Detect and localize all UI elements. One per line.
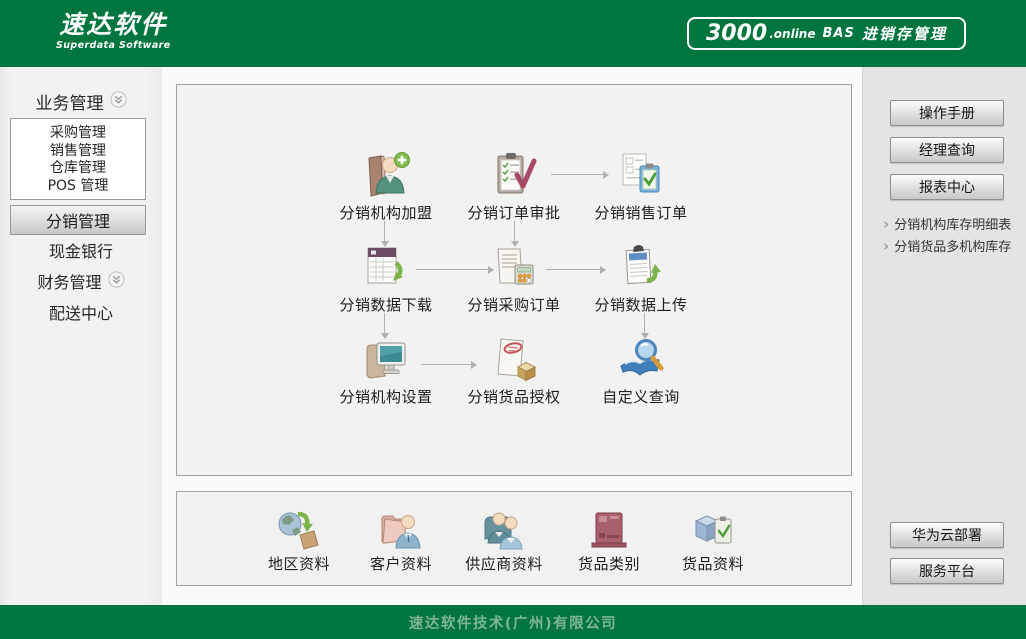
basedata-item-label: 客户资料 [345,553,457,574]
left-sidebar: 业务管理 采购管理 销售管理 仓库管理 POS 管理 分销管理 现金银行 财务管… [0,67,162,605]
report-center-button[interactable]: 报表中心 [890,174,1004,200]
sidebar-item-finance[interactable]: 财务管理 [0,270,162,292]
flow-arrow-approval-to-purchase [514,221,515,241]
chevron-right-icon: › [883,219,889,229]
workflow-node-label: 分销订单审批 [449,202,579,223]
goods-authorization-icon [449,333,579,383]
huawei-cloud-button[interactable]: 华为云部署 [890,522,1004,548]
workflow-node-data-upload[interactable]: 分销数据上传 [576,241,706,315]
workflow-node-label: 分销数据上传 [576,294,706,315]
flow-arrow-purchase-to-upload [546,269,600,270]
badge-product: 进销存管理 [862,23,947,44]
workflow-node-data-download[interactable]: 分销数据下载 [321,241,451,315]
workflow-node-order-approval[interactable]: 分销订单审批 [449,149,579,223]
basedata-item-label: 货品资料 [657,553,769,574]
workflow-node-sales-order[interactable]: 分销销售订单 [576,149,706,223]
basedata-item-label: 地区资料 [243,553,355,574]
goods-category-icon [553,503,665,551]
basedata-item-supplier[interactable]: 供应商资料 [448,503,560,574]
customer-data-icon [345,503,457,551]
double-chevron-down-icon[interactable] [110,91,127,112]
submenu-item-warehouse[interactable]: 仓库管理 [11,160,145,178]
badge-number: 3000 [706,21,767,46]
workflow-node-label: 分销机构加盟 [321,202,451,223]
basedata-item-customer[interactable]: 客户资料 [345,503,457,574]
sidebar-item-delivery[interactable]: 配送中心 [0,301,162,323]
submenu-item-pos[interactable]: POS 管理 [11,178,145,196]
sidebar-item-label: 配送中心 [49,300,113,324]
right-sidebar: 操作手册 经理查询 报表中心 › 分销机构库存明细表 › 分销货品多机构库存 华… [862,67,1026,605]
data-download-icon [321,241,451,291]
manager-query-button[interactable]: 经理查询 [890,137,1004,163]
sidebar-item-label: 财务管理 [37,269,101,293]
flow-arrow-approval-to-sales [551,174,603,175]
sidebar-item-business[interactable]: 业务管理 [0,89,162,113]
sidebar-item-label: 业务管理 [36,89,104,114]
app-logo: 速达软件 Superdata Software [56,11,171,51]
workflow-node-label: 分销数据下载 [321,294,451,315]
basedata-panel: 地区资料 客户资料 供应商 [176,491,852,586]
double-chevron-down-icon[interactable] [108,271,125,292]
workflow-node-custom-query[interactable]: 自定义查询 [576,333,706,407]
basedata-item-label: 货品类别 [553,553,665,574]
report-link-label: 分销机构库存明细表 [894,214,1011,233]
app-header: 速达软件 Superdata Software 3000 .online BAS… [0,0,1026,67]
badge-domain: .online [769,27,815,41]
flow-arrow-join-to-download [384,221,385,241]
basedata-item-goods-data[interactable]: 货品资料 [657,503,769,574]
flow-arrow-settings-to-authorization [421,364,471,365]
workflow-node-label: 分销销售订单 [576,202,706,223]
workflow-node-label: 分销采购订单 [449,294,579,315]
basedata-item-region[interactable]: 地区资料 [243,503,355,574]
data-upload-icon [576,241,706,291]
edition-badge: 3000 .online BAS 进销存管理 [687,17,966,50]
report-link-goods-multi-org-inventory[interactable]: › 分销货品多机构库存 [883,236,1011,255]
workflow-node-label: 分销机构设置 [321,386,451,407]
workflow-node-org-join[interactable]: 分销机构加盟 [321,149,451,223]
workflow-node-purchase-order[interactable]: 分销采购订单 [449,241,579,315]
purchase-order-icon [449,241,579,291]
business-submenu: 采购管理 销售管理 仓库管理 POS 管理 [10,118,146,200]
logo-title: 速达软件 [56,11,171,39]
badge-code: BAS [823,26,855,41]
supplier-data-icon [448,503,560,551]
report-link-org-inventory-detail[interactable]: › 分销机构库存明细表 [883,214,1011,233]
custom-query-icon [576,333,706,383]
manual-button[interactable]: 操作手册 [890,100,1004,126]
company-name: 速达软件技术(广州)有限公司 [409,612,617,633]
org-join-icon [321,149,451,199]
service-platform-button[interactable]: 服务平台 [890,558,1004,584]
flow-arrow-download-to-settings [384,313,385,333]
sidebar-item-cash-bank[interactable]: 现金银行 [0,239,162,261]
goods-data-icon [657,503,769,551]
workflow-node-label: 分销货品授权 [449,386,579,407]
region-data-icon [243,503,355,551]
sidebar-item-label: 现金银行 [49,238,113,262]
submenu-item-purchase[interactable]: 采购管理 [11,125,145,143]
org-settings-icon [321,333,451,383]
flow-arrow-upload-to-query [644,313,645,333]
workflow-node-goods-authorization[interactable]: 分销货品授权 [449,333,579,407]
sidebar-item-distribution[interactable]: 分销管理 [10,205,146,235]
submenu-item-sales[interactable]: 销售管理 [11,143,145,161]
workflow-node-org-settings[interactable]: 分销机构设置 [321,333,451,407]
logo-subtitle: Superdata Software [56,40,171,51]
basedata-item-goods-category[interactable]: 货品类别 [553,503,665,574]
flow-arrow-download-to-purchase [416,269,488,270]
basedata-item-label: 供应商资料 [448,553,560,574]
report-link-label: 分销货品多机构库存 [894,236,1011,255]
chevron-right-icon: › [883,241,889,251]
workflow-canvas: 分销机构加盟 分销订单审批 [176,84,852,476]
workflow-node-label: 自定义查询 [576,386,706,407]
app-footer: 速达软件技术(广州)有限公司 [0,605,1026,639]
